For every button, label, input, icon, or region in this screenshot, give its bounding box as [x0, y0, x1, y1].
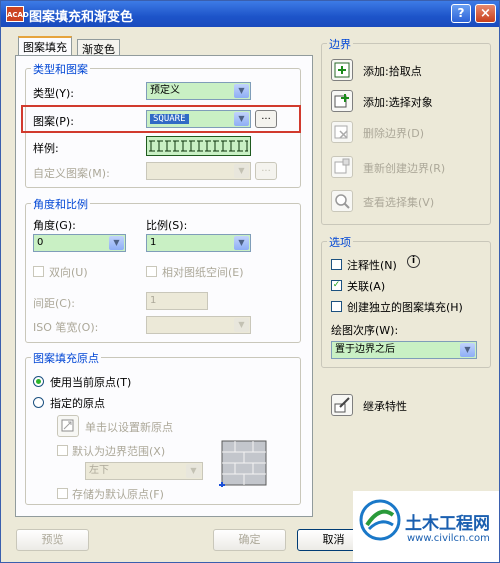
scale-combo-value: 1 — [150, 237, 157, 248]
info-icon[interactable]: i — [407, 255, 420, 268]
chevron-down-icon[interactable]: ▼ — [234, 112, 249, 126]
chevron-down-icon[interactable]: ▼ — [186, 464, 201, 478]
pattern-browse-button[interactable]: ... — [255, 110, 277, 128]
view-selections-button[interactable] — [331, 190, 353, 212]
add-pick-points-icon — [334, 62, 350, 78]
custom-pattern-browse-button[interactable]: ... — [255, 162, 277, 180]
set-new-origin-button[interactable] — [57, 415, 79, 437]
title-bar[interactable]: ACAD 图案填充和渐变色 ? × — [1, 1, 499, 27]
hatch-dialog: ACAD 图案填充和渐变色 ? × 图案填充 渐变色 类型和图案 类型(Y): … — [0, 0, 500, 563]
use-current-origin-radio[interactable] — [33, 376, 44, 387]
swatch-label: 样例: — [33, 142, 59, 155]
pattern-combo-value: SQUARE — [150, 114, 189, 124]
specified-origin-radio[interactable] — [33, 397, 44, 408]
chevron-down-icon[interactable]: ▼ — [109, 236, 124, 250]
close-button[interactable]: × — [475, 4, 496, 23]
hatch-origin-group-title: 图案填充原点 — [31, 350, 101, 366]
remove-boundary-icon — [334, 125, 348, 139]
pattern-label: 图案(P): — [33, 115, 74, 128]
annotative-checkbox[interactable] — [331, 259, 342, 270]
preview-button[interactable]: 预览 — [16, 529, 89, 551]
type-combo[interactable]: 预定义 ▼ — [146, 82, 251, 100]
remove-boundaries-label: 删除边界(D) — [363, 127, 425, 140]
pattern-swatch[interactable] — [146, 136, 251, 156]
annotative-label: 注释性(N) — [347, 259, 397, 272]
boundaries-group-title: 边界 — [327, 36, 353, 52]
spacing-label: 间距(C): — [33, 297, 75, 310]
chevron-down-icon[interactable]: ▼ — [234, 236, 249, 250]
custom-pattern-combo[interactable]: ▼ — [146, 162, 251, 180]
recreate-boundary-button[interactable] — [331, 156, 353, 178]
paintbrush-icon — [334, 397, 350, 413]
angle-combo[interactable]: 0 ▼ — [33, 234, 126, 252]
associative-label: 关联(A) — [347, 280, 386, 293]
set-new-origin-label: 单击以设置新原点 — [85, 421, 173, 434]
scale-combo[interactable]: 1 ▼ — [146, 234, 251, 252]
relative-paper-checkbox[interactable] — [146, 266, 157, 277]
help-button[interactable]: ? — [451, 4, 471, 23]
pick-points-button[interactable] — [331, 59, 353, 81]
civilcn-logo-icon — [359, 499, 401, 541]
inherit-properties-label[interactable]: 继承特性 — [363, 398, 407, 414]
use-current-origin-label: 使用当前原点(T) — [50, 376, 132, 389]
associative-checkbox[interactable]: ✓ — [331, 280, 342, 291]
chevron-down-icon[interactable]: ▼ — [460, 343, 475, 357]
default-extent-checkbox[interactable] — [57, 445, 68, 456]
chevron-down-icon[interactable]: ▼ — [234, 164, 249, 178]
spacing-input[interactable]: 1 — [146, 292, 208, 310]
draw-order-label: 绘图次序(W): — [331, 324, 399, 337]
origin-preview-image — [219, 440, 267, 487]
custom-pattern-label: 自定义图案(M): — [33, 167, 110, 180]
type-combo-value: 预定义 — [150, 85, 180, 96]
angle-scale-group-title: 角度和比例 — [31, 196, 90, 212]
pattern-combo[interactable]: SQUARE ▼ — [146, 110, 251, 128]
iso-pen-width-label: ISO 笔宽(O): — [33, 321, 99, 334]
store-default-origin-label: 存储为默认原点(F) — [72, 488, 164, 501]
relative-paper-label: 相对图纸空间(E) — [162, 266, 244, 279]
origin-position-value: 左下 — [89, 465, 109, 476]
tab-gradient[interactable]: 渐变色 — [77, 39, 120, 56]
angle-label: 角度(G): — [33, 219, 76, 232]
scale-label: 比例(S): — [146, 219, 188, 232]
remove-boundaries-button[interactable] — [331, 121, 353, 143]
recreate-boundary-label: 重新创建边界(R) — [363, 162, 446, 175]
recreate-boundary-icon — [334, 158, 350, 174]
chevron-down-icon[interactable]: ▼ — [234, 318, 249, 332]
autocad-app-icon: ACAD — [6, 6, 29, 22]
watermark-logo: 土木工程网 www.civilcn.com — [353, 491, 499, 562]
view-selections-label: 查看选择集(V) — [363, 196, 435, 209]
separate-hatches-label: 创建独立的图案填充(H) — [347, 301, 463, 314]
specified-origin-label: 指定的原点 — [50, 397, 105, 410]
inherit-properties-button[interactable] — [331, 394, 353, 416]
origin-position-combo[interactable]: 左下 ▼ — [85, 462, 203, 480]
pick-points-label[interactable]: 添加:拾取点 — [363, 63, 422, 79]
chevron-down-icon[interactable]: ▼ — [234, 84, 249, 98]
iso-pen-width-combo[interactable]: ▼ — [146, 316, 251, 334]
options-group-title: 选项 — [327, 234, 353, 250]
select-objects-label[interactable]: 添加:选择对象 — [363, 94, 433, 110]
add-select-objects-icon — [334, 94, 349, 108]
window-title: 图案填充和渐变色 — [29, 10, 134, 25]
draw-order-combo[interactable]: 置于边界之后 ▼ — [331, 341, 477, 359]
type-label: 类型(Y): — [33, 87, 75, 100]
type-pattern-group-title: 类型和图案 — [31, 61, 90, 77]
watermark-url: www.civilcn.com — [407, 533, 490, 544]
magnifier-icon — [335, 194, 350, 209]
watermark-name: 土木工程网 — [405, 514, 490, 534]
draw-order-value: 置于边界之后 — [335, 344, 395, 355]
check-icon: ✓ — [332, 280, 341, 290]
select-objects-button[interactable] — [331, 90, 353, 112]
double-checkbox[interactable] — [33, 266, 44, 277]
tab-hatch[interactable]: 图案填充 — [18, 36, 72, 56]
double-label: 双向(U) — [49, 266, 88, 279]
separate-hatches-checkbox[interactable] — [331, 301, 342, 312]
pick-origin-icon — [61, 419, 74, 432]
store-default-origin-checkbox[interactable] — [57, 488, 68, 499]
default-extent-label: 默认为边界范围(X) — [72, 445, 166, 458]
angle-combo-value: 0 — [37, 237, 44, 248]
ok-button[interactable]: 确定 — [213, 529, 286, 551]
